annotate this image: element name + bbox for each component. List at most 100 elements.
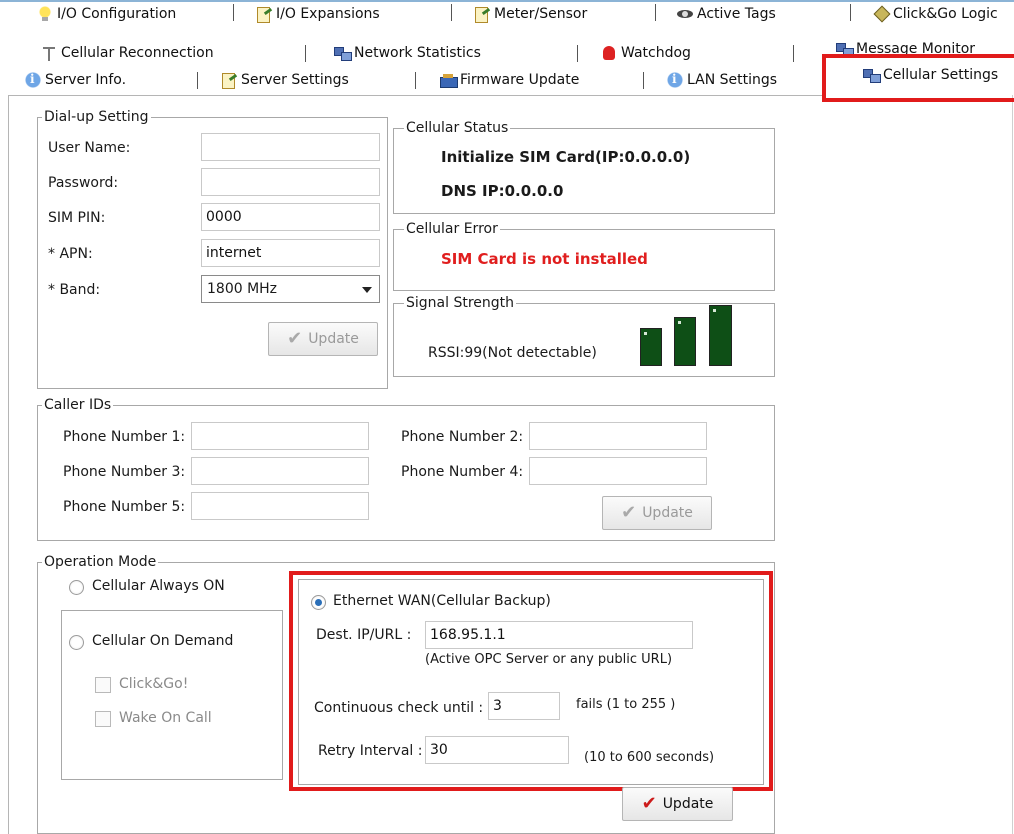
band-selected-value: 1800 MHz bbox=[207, 281, 278, 297]
network-icon bbox=[333, 45, 352, 61]
io-expansion-icon bbox=[255, 6, 273, 23]
tab-panel-right-border bbox=[1012, 95, 1013, 834]
password-label: Password: bbox=[48, 175, 119, 191]
tab-separator bbox=[197, 72, 198, 89]
apn-field[interactable] bbox=[201, 239, 380, 267]
phone-number-1-label: Phone Number 1: bbox=[63, 429, 186, 445]
tab-label: Network Statistics bbox=[354, 45, 481, 61]
cellular-always-on-radio[interactable] bbox=[69, 580, 84, 595]
checkmark-icon: ✔ bbox=[641, 793, 657, 814]
phone-number-4-label: Phone Number 4: bbox=[401, 464, 524, 480]
tab-separator bbox=[415, 72, 416, 89]
checkmark-icon: ✔ bbox=[287, 328, 303, 349]
tab-label: Cellular Reconnection bbox=[61, 45, 214, 61]
tab-label: Server Info. bbox=[45, 72, 127, 88]
rssi-text: RSSI:99(Not detectable) bbox=[428, 345, 597, 361]
firmware-icon bbox=[439, 72, 458, 88]
tab-io-expansions[interactable]: I/O Expansions bbox=[255, 2, 380, 26]
operation-mode-update-button[interactable]: ✔ Update bbox=[622, 787, 733, 821]
button-label: Update bbox=[308, 331, 359, 347]
info-icon bbox=[666, 72, 684, 88]
tab-separator bbox=[655, 4, 656, 21]
tab-panel-border bbox=[8, 95, 823, 96]
continuous-check-hint: fails (1 to 255 ) bbox=[576, 697, 676, 712]
click-go-label: Click&Go! bbox=[119, 676, 189, 692]
phone-number-2-field[interactable] bbox=[529, 422, 707, 450]
antenna-icon bbox=[40, 45, 58, 61]
group-title: Cellular Status bbox=[404, 119, 511, 137]
phone-number-4-field[interactable] bbox=[529, 457, 707, 485]
ethernet-wan-radio[interactable] bbox=[311, 595, 326, 610]
tab-click-go-logic[interactable]: Click&Go Logic bbox=[872, 2, 998, 26]
retry-interval-hint: (10 to 600 seconds) bbox=[584, 750, 715, 765]
tab-label: Watchdog bbox=[621, 45, 691, 61]
signal-bar-1 bbox=[640, 328, 662, 366]
lightbulb-icon bbox=[36, 6, 54, 22]
cellular-settings-highlight bbox=[822, 54, 1014, 102]
cellular-status-line-1: Initialize SIM Card(IP:0.0.0.0) bbox=[441, 148, 691, 166]
band-select[interactable]: 1800 MHz bbox=[201, 275, 380, 303]
tab-label: I/O Configuration bbox=[57, 6, 177, 22]
tab-server-settings[interactable]: Server Settings bbox=[220, 68, 349, 92]
meter-sensor-icon bbox=[473, 6, 491, 23]
dest-ip-hint: (Active OPC Server or any public URL) bbox=[425, 652, 673, 667]
tab-separator bbox=[793, 45, 794, 62]
group-title: Caller IDs bbox=[42, 396, 114, 414]
group-title: Signal Strength bbox=[404, 294, 517, 312]
cellular-on-demand-radio[interactable] bbox=[69, 635, 84, 650]
cellular-on-demand-label: Cellular On Demand bbox=[92, 633, 234, 649]
tab-active-tags[interactable]: Active Tags bbox=[676, 2, 776, 26]
password-field[interactable] bbox=[201, 168, 380, 196]
button-label: Update bbox=[662, 796, 714, 812]
wake-on-call-label: Wake On Call bbox=[119, 710, 212, 726]
retry-interval-label: Retry Interval : bbox=[318, 743, 423, 759]
tab-lan-settings[interactable]: LAN Settings bbox=[666, 68, 777, 92]
tab-separator bbox=[643, 72, 644, 89]
tab-firmware-update[interactable]: Firmware Update bbox=[439, 68, 579, 92]
tab-label: Server Settings bbox=[241, 72, 349, 88]
cellular-always-on-label: Cellular Always ON bbox=[92, 578, 225, 594]
user-name-label: User Name: bbox=[48, 140, 131, 156]
cellular-status-group: Cellular Status bbox=[393, 119, 775, 214]
chevron-down-icon bbox=[362, 287, 372, 293]
tab-cellular-reconnection[interactable]: Cellular Reconnection bbox=[40, 41, 214, 65]
tab-label: LAN Settings bbox=[687, 72, 778, 88]
phone-number-2-label: Phone Number 2: bbox=[401, 429, 524, 445]
phone-number-5-field[interactable] bbox=[191, 492, 369, 520]
caller-ids-update-button[interactable]: ✔ Update bbox=[602, 496, 712, 530]
tab-label: Click&Go Logic bbox=[893, 6, 998, 22]
band-label: * Band: bbox=[48, 282, 101, 298]
tab-io-configuration[interactable]: I/O Configuration bbox=[36, 2, 176, 26]
info-icon bbox=[24, 72, 42, 88]
click-go-icon bbox=[872, 6, 890, 22]
sim-pin-field[interactable] bbox=[201, 203, 380, 231]
phone-number-3-field[interactable] bbox=[191, 457, 369, 485]
tab-label: Meter/Sensor bbox=[494, 6, 588, 22]
user-name-field[interactable] bbox=[201, 133, 380, 161]
phone-number-1-field[interactable] bbox=[191, 422, 369, 450]
retry-interval-field[interactable] bbox=[425, 736, 569, 764]
wake-on-call-checkbox[interactable] bbox=[95, 711, 111, 727]
sim-pin-label: SIM PIN: bbox=[48, 210, 106, 226]
tab-network-statistics[interactable]: Network Statistics bbox=[333, 41, 481, 65]
checkmark-icon: ✔ bbox=[621, 502, 637, 523]
tab-label: Firmware Update bbox=[460, 72, 580, 88]
click-go-checkbox[interactable] bbox=[95, 677, 111, 693]
server-settings-icon bbox=[220, 72, 238, 89]
continuous-check-field[interactable] bbox=[488, 692, 560, 720]
apn-label: * APN: bbox=[48, 246, 93, 262]
tab-server-info[interactable]: Server Info. bbox=[24, 68, 126, 92]
tab-meter-sensor[interactable]: Meter/Sensor bbox=[473, 2, 587, 26]
tab-panel-left-border bbox=[8, 95, 9, 834]
tab-label: I/O Expansions bbox=[276, 6, 380, 22]
dialup-update-button[interactable]: ✔ Update bbox=[268, 322, 378, 356]
tab-separator bbox=[577, 45, 578, 62]
watchdog-icon bbox=[600, 45, 618, 61]
tab-row-1: I/O Configuration I/O Expansions Meter/S… bbox=[0, 0, 1014, 24]
tab-separator bbox=[451, 4, 452, 21]
group-title: Cellular Error bbox=[404, 220, 500, 238]
tab-separator bbox=[850, 4, 851, 21]
group-title: Operation Mode bbox=[42, 553, 159, 571]
dest-ip-field[interactable] bbox=[425, 621, 693, 649]
tab-watchdog[interactable]: Watchdog bbox=[600, 41, 691, 65]
